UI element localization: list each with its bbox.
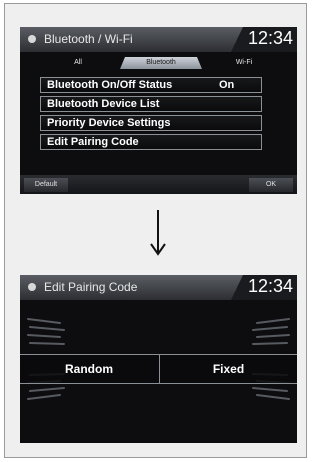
tab-bar: All Bluetooth Wi-Fi: [38, 57, 284, 69]
title-bar: Bluetooth / Wi-Fi 12:34: [20, 27, 297, 52]
menu-item-label: Edit Pairing Code: [47, 136, 139, 148]
menu-item-device-list[interactable]: Bluetooth Device List: [40, 96, 262, 112]
menu-item-bluetooth-status[interactable]: Bluetooth On/Off Status On: [40, 77, 262, 93]
tab-bluetooth[interactable]: Bluetooth: [120, 57, 202, 69]
tab-all[interactable]: All: [38, 57, 118, 69]
settings-icon: [28, 283, 36, 291]
tab-wifi[interactable]: Wi-Fi: [204, 57, 284, 69]
fixed-option-button[interactable]: Fixed: [159, 355, 297, 383]
down-arrow-icon: [150, 210, 166, 256]
ok-button[interactable]: OK: [249, 178, 293, 192]
settings-icon: [28, 35, 36, 43]
bluetooth-wifi-screen: Bluetooth / Wi-Fi 12:34 All Bluetooth Wi…: [20, 27, 297, 194]
random-option-button[interactable]: Random: [20, 355, 158, 383]
clock: 12:34: [247, 276, 293, 296]
menu-item-label: Bluetooth On/Off Status: [47, 79, 173, 91]
menu-item-label: Priority Device Settings: [47, 117, 171, 129]
edit-pairing-code-screen: Edit Pairing Code 12:34 Random Fixed: [20, 275, 297, 443]
menu-item-label: Bluetooth Device List: [47, 98, 160, 110]
menu-item-value: On: [219, 79, 235, 91]
menu-item-edit-pairing-code[interactable]: Edit Pairing Code: [40, 134, 262, 150]
menu-item-priority-settings[interactable]: Priority Device Settings: [40, 115, 262, 131]
screen-title: Edit Pairing Code: [44, 280, 138, 294]
screen-title: Bluetooth / Wi-Fi: [44, 32, 133, 46]
clock: 12:34: [247, 28, 293, 48]
bottom-bar: Default OK: [20, 175, 297, 194]
pairing-option-row: Random Fixed: [20, 354, 297, 384]
default-button[interactable]: Default: [24, 178, 68, 192]
title-bar: Edit Pairing Code 12:34: [20, 275, 297, 300]
